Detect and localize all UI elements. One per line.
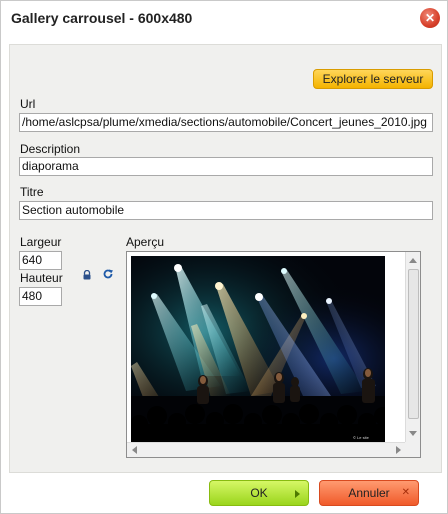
concert-photo-art: © Le site (131, 256, 385, 443)
scroll-corner (405, 442, 420, 457)
scroll-thumb[interactable] (408, 269, 419, 419)
url-label: Url (20, 97, 36, 111)
scroll-down-icon[interactable] (409, 431, 417, 436)
preview-pane[interactable]: © Le site (126, 251, 421, 458)
close-x-icon: ✕ (401, 487, 410, 498)
dialog-titlebar: Gallery carrousel - 600x480 ✕ (1, 1, 447, 35)
height-field[interactable]: 480 (19, 287, 62, 306)
cancel-label: Annuler (348, 486, 390, 500)
url-field[interactable]: /home/aslcpsa/plume/xmedia/sections/auto… (19, 113, 433, 132)
width-field[interactable]: 640 (19, 251, 62, 270)
ok-label: OK (250, 486, 268, 500)
image-dialog: Gallery carrousel - 600x480 ✕ Explorer l… (0, 0, 448, 514)
title-field[interactable]: Section automobile (19, 201, 433, 220)
browse-server-button[interactable]: Explorer le serveur (313, 69, 433, 89)
concert-photo: © Le site (131, 256, 385, 443)
reset-size-icon[interactable] (102, 268, 114, 280)
arrow-right-icon (295, 490, 300, 498)
description-field[interactable]: diaporama (19, 157, 433, 176)
preview-horizontal-scrollbar[interactable] (127, 442, 406, 457)
lock-icon[interactable] (82, 270, 92, 280)
scroll-left-icon[interactable] (132, 446, 137, 454)
scroll-up-icon[interactable] (409, 258, 417, 263)
description-label: Description (20, 142, 81, 156)
close-button[interactable]: ✕ (420, 8, 440, 28)
ok-button[interactable]: OK (209, 480, 309, 506)
photo-watermark: © Le site (353, 435, 370, 440)
scroll-right-icon[interactable] (396, 446, 401, 454)
preview-vertical-scrollbar[interactable] (405, 252, 420, 442)
dialog-footer: OK Annuler ✕ (1, 473, 447, 513)
cancel-button[interactable]: Annuler ✕ (319, 480, 419, 506)
dialog-title: Gallery carrousel - 600x480 (11, 10, 193, 26)
height-label: Hauteur (20, 271, 63, 285)
close-icon: ✕ (424, 11, 436, 25)
title-label: Titre (20, 185, 44, 199)
preview-label: Aperçu (126, 235, 165, 249)
dialog-body: Explorer le serveur Url /home/aslcpsa/pl… (9, 44, 442, 473)
width-label: Largeur (20, 235, 62, 249)
